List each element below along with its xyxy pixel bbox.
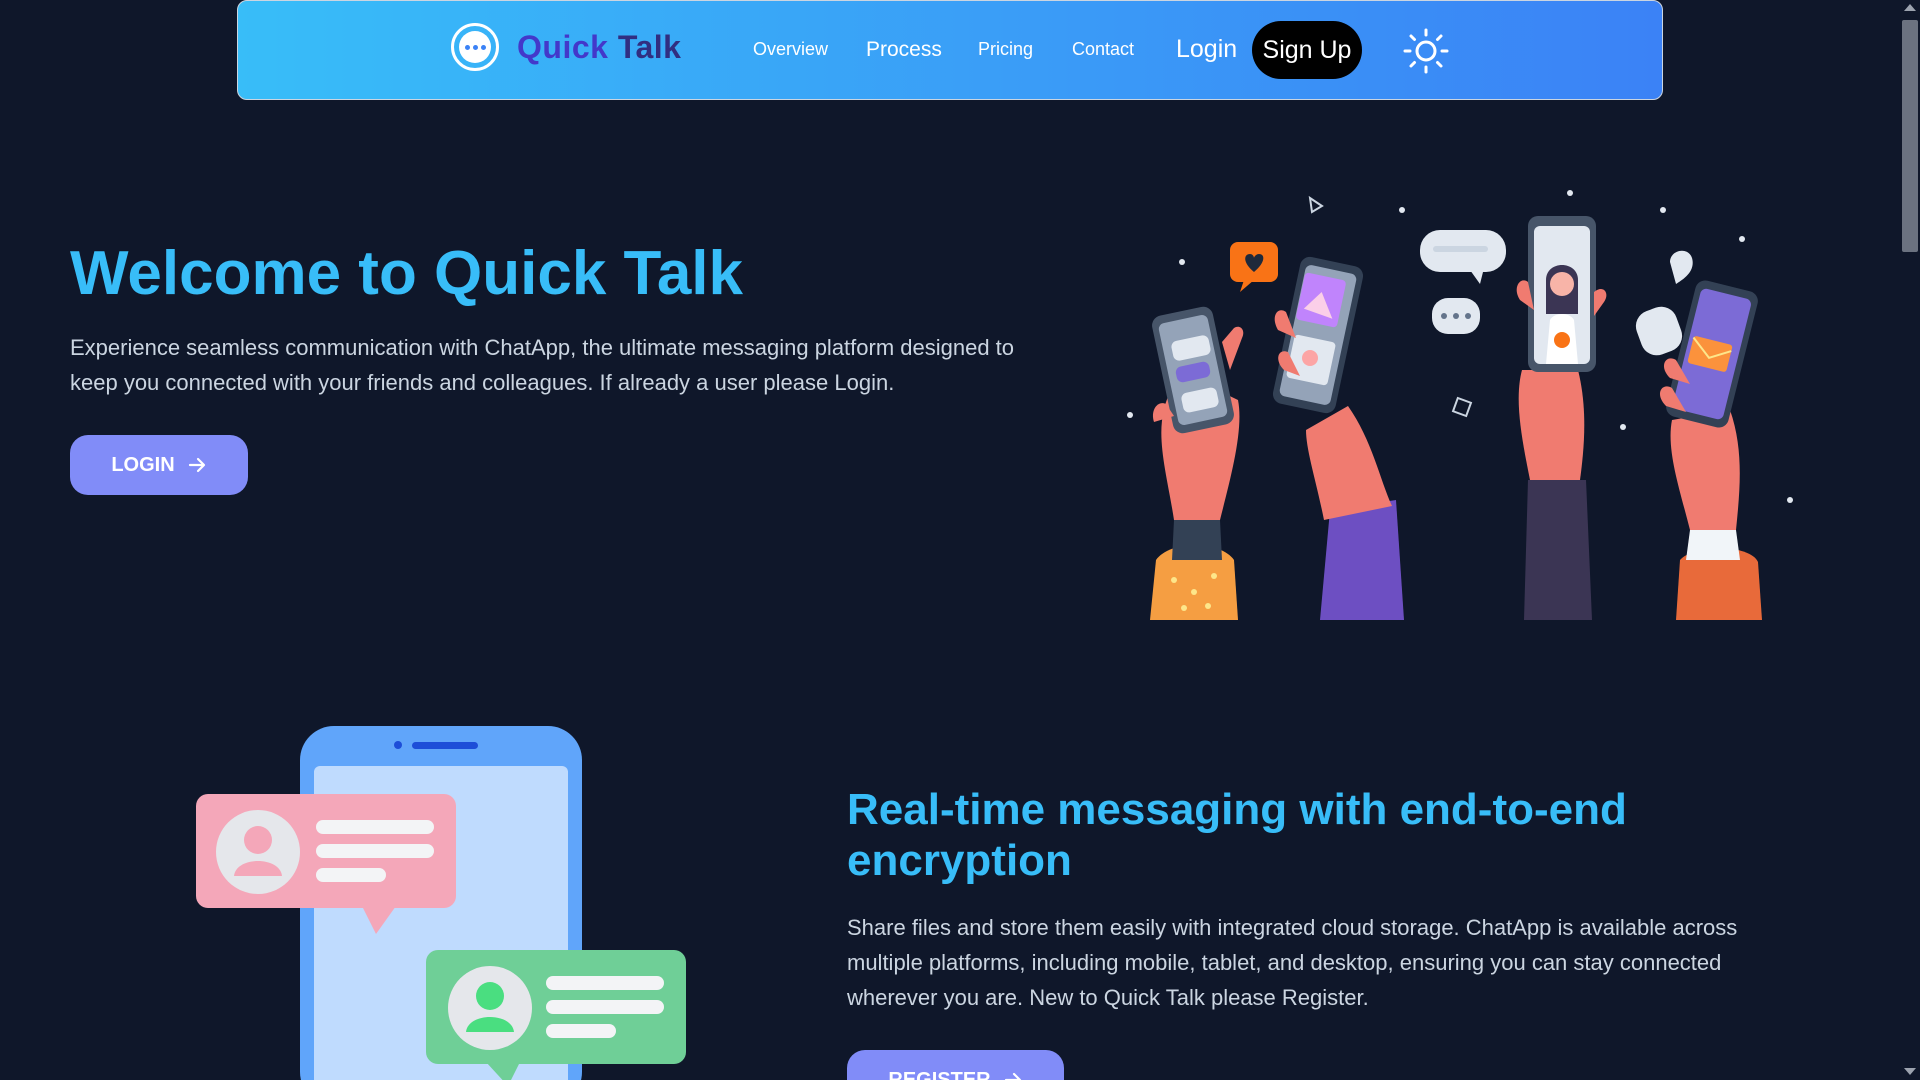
nav-link-overview[interactable]: Overview (753, 39, 828, 60)
brand[interactable]: Quick Talk (451, 23, 681, 71)
signup-button[interactable]: Sign Up (1252, 21, 1362, 79)
features-description: Share files and store them easily with i… (847, 915, 1738, 1010)
nav-link-contact[interactable]: Contact (1072, 39, 1134, 60)
scrollbar-thumb[interactable] (1902, 20, 1918, 252)
login-button-label: LOGIN (111, 453, 175, 476)
login-button[interactable]: LOGIN (70, 435, 248, 495)
scroll-down-arrow-icon[interactable] (1904, 1068, 1916, 1075)
brand-name-part1: Quick (517, 28, 609, 65)
brand-name: Quick Talk (517, 29, 681, 66)
navbar: Quick Talk Overview Process Pricing Cont… (237, 0, 1663, 100)
features-title: Real-time messaging with end-to-end encr… (847, 785, 1627, 885)
page: Quick Talk Overview Process Pricing Cont… (0, 0, 1920, 1080)
chat-bubble-logo-icon (451, 23, 499, 71)
phone-chat-bubbles-illustration (196, 726, 686, 1080)
scroll-up-arrow-icon[interactable] (1904, 4, 1916, 11)
arrow-right-icon (188, 457, 205, 473)
sun-icon[interactable] (1403, 28, 1449, 74)
nav-link-pricing[interactable]: Pricing (978, 39, 1033, 60)
register-button-label: REGISTER (888, 1068, 991, 1080)
hero-description: Experience seamless communication with C… (70, 335, 1015, 395)
nav-link-process[interactable]: Process (866, 38, 942, 62)
hands-holding-phones-illustration (1127, 190, 1793, 620)
hero-title: Welcome to Quick Talk (70, 239, 744, 308)
login-link[interactable]: Login (1176, 35, 1237, 64)
arrow-right-icon (1004, 1072, 1021, 1080)
register-button[interactable]: REGISTER (847, 1050, 1064, 1080)
brand-name-part2: Talk (617, 28, 682, 65)
